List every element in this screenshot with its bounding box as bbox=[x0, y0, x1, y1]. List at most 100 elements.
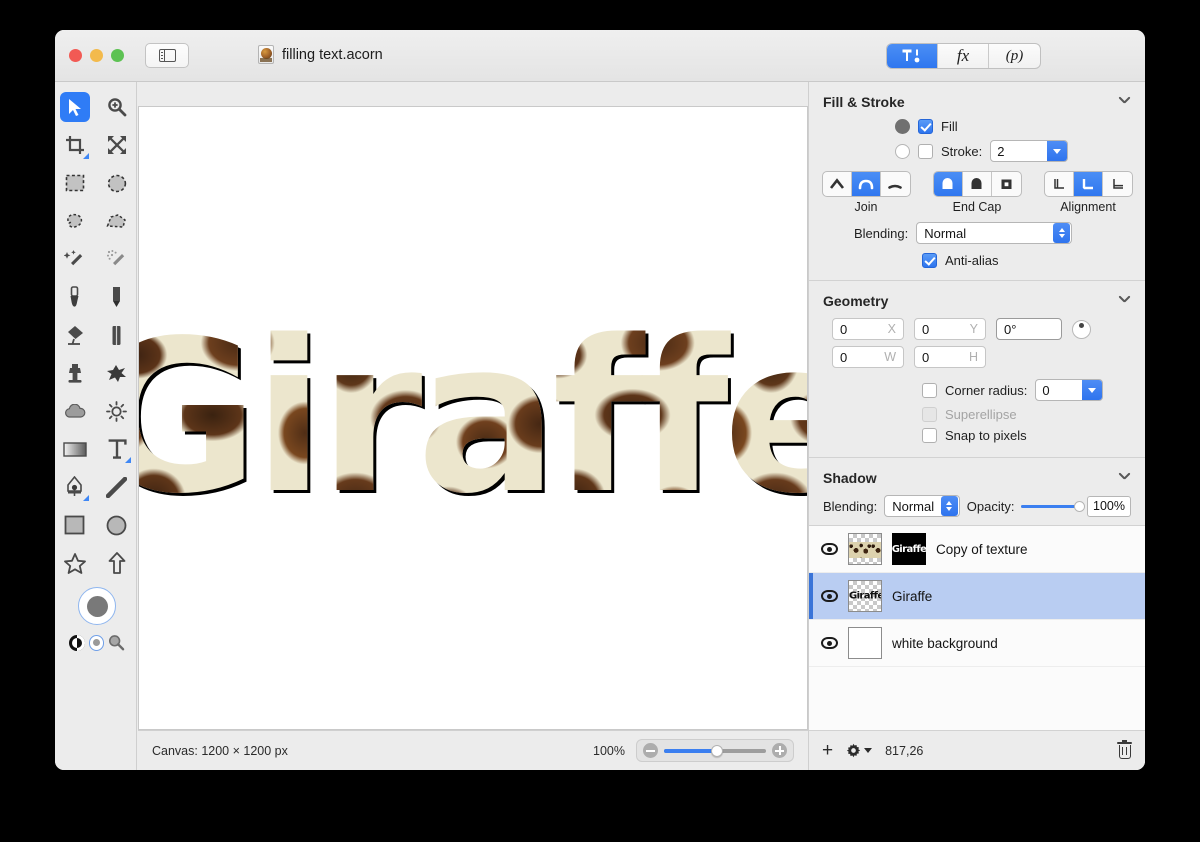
zoom-slider-group[interactable] bbox=[636, 739, 794, 762]
shadow-blending-select-arrows[interactable] bbox=[940, 496, 958, 516]
blending-select[interactable]: Normal bbox=[916, 222, 1073, 244]
inspector-mode-segmented-control[interactable]: fx (p) bbox=[886, 43, 1041, 69]
layers-list[interactable]: Giraffe Copy of texture Giraffe Giraffe … bbox=[809, 525, 1145, 730]
delete-layer-button[interactable] bbox=[1117, 740, 1132, 759]
chevron-down-icon[interactable] bbox=[1119, 472, 1131, 484]
shadow-opacity-knob[interactable] bbox=[1074, 500, 1086, 512]
square-cap-icon[interactable] bbox=[992, 172, 1021, 196]
zoom-tool[interactable] bbox=[102, 92, 132, 122]
zoom-out-icon[interactable] bbox=[643, 743, 658, 758]
fill-checkbox[interactable] bbox=[918, 119, 933, 134]
snap-to-pixels-checkbox[interactable] bbox=[922, 428, 937, 443]
endcap-segmented-control[interactable] bbox=[932, 171, 1022, 197]
move-tool[interactable] bbox=[59, 92, 90, 122]
stroke-width-dropdown-arrow[interactable] bbox=[1047, 141, 1068, 161]
layer-name[interactable]: white background bbox=[892, 636, 998, 651]
align-outside-icon[interactable] bbox=[1103, 172, 1132, 196]
tab-presets[interactable]: (p) bbox=[989, 44, 1040, 68]
tab-tools[interactable] bbox=[887, 44, 938, 68]
invert-colors-icon[interactable] bbox=[69, 634, 85, 651]
minimize-button[interactable] bbox=[90, 49, 103, 62]
canvas[interactable]: Giraffe Giraffe bbox=[138, 106, 808, 730]
magic-wand-tool[interactable] bbox=[60, 244, 90, 274]
fill-stroke-header[interactable]: Fill & Stroke bbox=[809, 82, 1145, 116]
dodge-tool[interactable] bbox=[102, 396, 132, 426]
chevron-down-icon[interactable] bbox=[1119, 96, 1131, 108]
corner-radius-dropdown-arrow[interactable] bbox=[1082, 380, 1103, 400]
add-layer-button[interactable]: + bbox=[822, 741, 833, 760]
layer-visibility-icon[interactable] bbox=[821, 543, 838, 555]
layer-name[interactable]: Copy of texture bbox=[936, 542, 1028, 557]
zoom-slider-knob[interactable] bbox=[711, 744, 724, 757]
zoom-in-icon[interactable] bbox=[772, 743, 787, 758]
gradient-tool[interactable] bbox=[60, 434, 90, 464]
paint-bucket-tool[interactable] bbox=[60, 320, 90, 350]
shadow-header[interactable]: Shadow bbox=[809, 458, 1145, 492]
close-button[interactable] bbox=[69, 49, 82, 62]
rotation-knob[interactable] bbox=[1072, 319, 1091, 339]
tab-effects[interactable]: fx bbox=[938, 44, 989, 68]
geometry-x-field[interactable]: 0 X bbox=[832, 318, 904, 340]
ellipse-tool[interactable] bbox=[102, 510, 132, 540]
round-cap-icon[interactable] bbox=[963, 172, 992, 196]
star-tool[interactable] bbox=[60, 548, 90, 578]
align-inside-icon[interactable] bbox=[1045, 172, 1074, 196]
geometry-header[interactable]: Geometry bbox=[809, 281, 1145, 315]
sidebar-toggle-button[interactable] bbox=[145, 43, 189, 68]
stroke-checkbox[interactable] bbox=[918, 143, 933, 159]
layer-visibility-icon[interactable] bbox=[821, 590, 838, 602]
transform-tool[interactable] bbox=[102, 130, 132, 160]
stroke-width-value[interactable]: 2 bbox=[991, 141, 1047, 161]
crop-tool[interactable] bbox=[60, 130, 90, 160]
fill-color-swatch[interactable] bbox=[895, 119, 910, 134]
shadow-opacity-value[interactable]: 100% bbox=[1087, 495, 1131, 517]
ellipse-select-tool[interactable] bbox=[102, 168, 132, 198]
secondary-color-swatch[interactable] bbox=[88, 634, 105, 651]
geometry-w-field[interactable]: 0 W bbox=[832, 346, 904, 368]
corner-radius-value[interactable]: 0 bbox=[1036, 380, 1082, 400]
alignment-segmented-control[interactable] bbox=[1043, 171, 1133, 197]
geometry-y-field[interactable]: 0 Y bbox=[914, 318, 986, 340]
rect-select-tool[interactable] bbox=[60, 168, 90, 198]
blur-tool[interactable] bbox=[60, 396, 90, 426]
geometry-rotation-field[interactable]: 0° bbox=[996, 318, 1062, 340]
text-tool[interactable] bbox=[102, 434, 132, 464]
chevron-down-icon[interactable] bbox=[1119, 295, 1131, 307]
align-center-icon[interactable] bbox=[1073, 172, 1103, 196]
zoom-slider[interactable] bbox=[664, 744, 766, 757]
blending-select-arrows[interactable] bbox=[1053, 223, 1071, 243]
shadow-blending-select[interactable]: Normal bbox=[884, 495, 960, 517]
brush-tool[interactable] bbox=[60, 282, 90, 312]
smudge-tool[interactable] bbox=[102, 358, 132, 388]
geometry-h-field[interactable]: 0 H bbox=[914, 346, 986, 368]
line-tool[interactable] bbox=[102, 472, 132, 502]
stroke-width-stepper[interactable]: 2 bbox=[990, 140, 1069, 162]
pencil-tool[interactable] bbox=[102, 282, 132, 312]
antialias-checkbox[interactable] bbox=[922, 253, 937, 268]
round-join-icon[interactable] bbox=[851, 172, 881, 196]
table-row[interactable]: Giraffe Giraffe bbox=[809, 573, 1145, 620]
clone-stamp-tool[interactable] bbox=[60, 358, 90, 388]
corner-radius-checkbox[interactable] bbox=[922, 382, 937, 398]
butt-cap-icon[interactable] bbox=[933, 172, 963, 196]
bezier-pen-tool[interactable] bbox=[60, 472, 90, 502]
table-row[interactable]: Giraffe Copy of texture bbox=[809, 526, 1145, 573]
lasso-tool[interactable] bbox=[60, 206, 90, 236]
table-row[interactable]: white background bbox=[809, 620, 1145, 667]
rectangle-tool[interactable] bbox=[60, 510, 90, 540]
stroke-color-swatch[interactable] bbox=[895, 143, 910, 159]
polygon-lasso-tool[interactable] bbox=[102, 206, 132, 236]
corner-radius-stepper[interactable]: 0 bbox=[1035, 379, 1104, 401]
miter-join-icon[interactable] bbox=[823, 172, 852, 196]
layer-settings-button[interactable] bbox=[846, 743, 873, 758]
shadow-opacity-slider[interactable] bbox=[1021, 500, 1086, 512]
foreground-color-well[interactable] bbox=[78, 587, 116, 625]
bevel-join-icon[interactable] bbox=[881, 172, 910, 196]
zoom-button[interactable] bbox=[111, 49, 124, 62]
layer-name[interactable]: Giraffe bbox=[892, 589, 932, 604]
eraser-tool[interactable] bbox=[102, 320, 132, 350]
layer-visibility-icon[interactable] bbox=[821, 637, 838, 649]
instant-alpha-tool[interactable] bbox=[102, 244, 132, 274]
arrow-tool[interactable] bbox=[102, 548, 132, 578]
join-segmented-control[interactable] bbox=[821, 171, 911, 197]
